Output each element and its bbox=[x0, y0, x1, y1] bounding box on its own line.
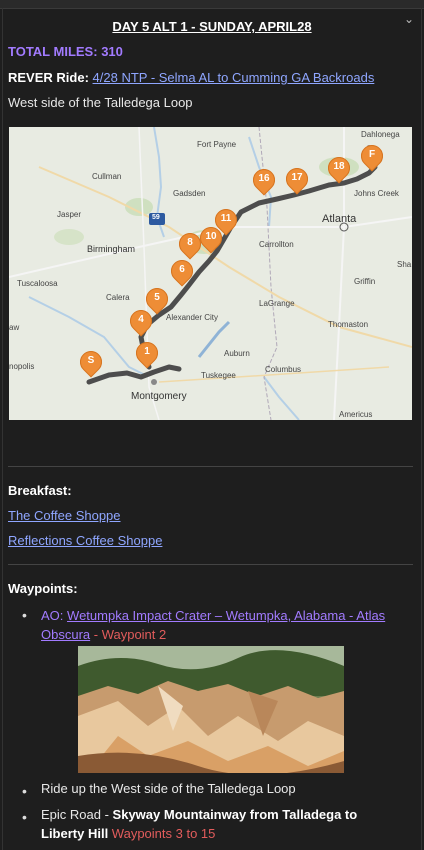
map-label: Birmingham bbox=[87, 244, 136, 254]
map-marker[interactable]: 6 bbox=[171, 260, 193, 288]
map-marker[interactable]: 4 bbox=[130, 310, 152, 338]
map-label: Carrollton bbox=[259, 240, 294, 249]
map-label: Sha bbox=[397, 260, 412, 269]
page-title: DAY 5 ALT 1 - SUNDAY, APRIL28 bbox=[112, 19, 312, 34]
bullet-icon bbox=[22, 809, 30, 825]
breakfast-label: Breakfast: bbox=[8, 483, 72, 498]
map-marker[interactable]: 10 bbox=[200, 227, 222, 255]
map-marker[interactable]: S bbox=[80, 351, 102, 379]
waypoint-note: Waypoints 3 to 15 bbox=[108, 826, 216, 841]
map-label: LaGrange bbox=[259, 299, 295, 308]
divider bbox=[8, 564, 413, 565]
total-miles-label: TOTAL MILES: bbox=[8, 44, 98, 59]
highway-shield: 59 bbox=[152, 214, 160, 221]
map-label: Fort Payne bbox=[197, 140, 237, 149]
waypoint-item: Ride up the West side of the Talledega L… bbox=[41, 781, 296, 796]
map-label: Tuscaloosa bbox=[17, 279, 58, 288]
map-marker[interactable]: 8 bbox=[179, 233, 201, 261]
rever-label: REVER Ride: bbox=[8, 70, 89, 85]
map-label: Griffin bbox=[354, 277, 376, 286]
map-label: aw bbox=[9, 323, 20, 332]
map-label: Thomaston bbox=[328, 320, 369, 329]
waypoint-prefix: AO: bbox=[41, 608, 64, 623]
breakfast-link-coffee-shoppe[interactable]: The Coffee Shoppe bbox=[8, 508, 121, 523]
map-label: Atlanta bbox=[322, 213, 357, 225]
map-label: Americus bbox=[339, 410, 373, 419]
map-label: Alexander City bbox=[166, 313, 219, 322]
waypoint-item: AO: Wetumpka Impact Crater – Wetumpka, A… bbox=[41, 606, 401, 644]
map-marker[interactable]: 16 bbox=[253, 169, 275, 197]
crater-photo-svg bbox=[78, 646, 344, 773]
map-marker[interactable]: 18 bbox=[328, 157, 350, 185]
map-label: Dahlonega bbox=[361, 130, 400, 139]
map-marker[interactable]: 17 bbox=[286, 168, 308, 196]
divider bbox=[8, 466, 413, 467]
bullet-icon bbox=[22, 783, 30, 799]
map-label: Jasper bbox=[57, 210, 82, 219]
bullet-icon bbox=[22, 607, 30, 623]
map-label: Gadsden bbox=[173, 189, 206, 198]
map-label: Tuskegee bbox=[201, 371, 236, 380]
map-label: Cullman bbox=[92, 172, 122, 181]
crater-photo bbox=[78, 646, 344, 773]
waypoint-prefix: Epic Road - bbox=[41, 807, 113, 822]
rever-link[interactable]: 4/28 NTP - Selma AL to Cumming GA Backro… bbox=[93, 70, 375, 85]
map-label: Montgomery bbox=[131, 391, 187, 402]
waypoint-item: Epic Road - Skyway Mountainway from Tall… bbox=[41, 805, 401, 843]
map-label: Columbus bbox=[265, 365, 302, 374]
map-label: Johns Creek bbox=[354, 189, 399, 198]
rever-ride: REVER Ride: 4/28 NTP - Selma AL to Cummi… bbox=[8, 70, 374, 85]
waypoint-note: - Waypoint 2 bbox=[90, 627, 167, 642]
route-map[interactable]: Dahlonega Fort Payne Cullman Gadsden Joh… bbox=[9, 127, 412, 420]
total-miles: TOTAL MILES: 310 bbox=[8, 44, 123, 59]
map-label: nopolis bbox=[9, 362, 35, 371]
map-label: Auburn bbox=[224, 349, 250, 358]
map-label: Calera bbox=[106, 293, 130, 302]
intro-line: West side of the Talledega Loop bbox=[8, 95, 193, 110]
breakfast-link-reflections[interactable]: Reflections Coffee Shoppe bbox=[8, 533, 162, 548]
waypoints-label: Waypoints: bbox=[8, 581, 78, 596]
map-marker[interactable]: F bbox=[361, 145, 383, 173]
map-marker[interactable]: 1 bbox=[136, 342, 158, 370]
total-miles-value: 310 bbox=[101, 44, 123, 59]
